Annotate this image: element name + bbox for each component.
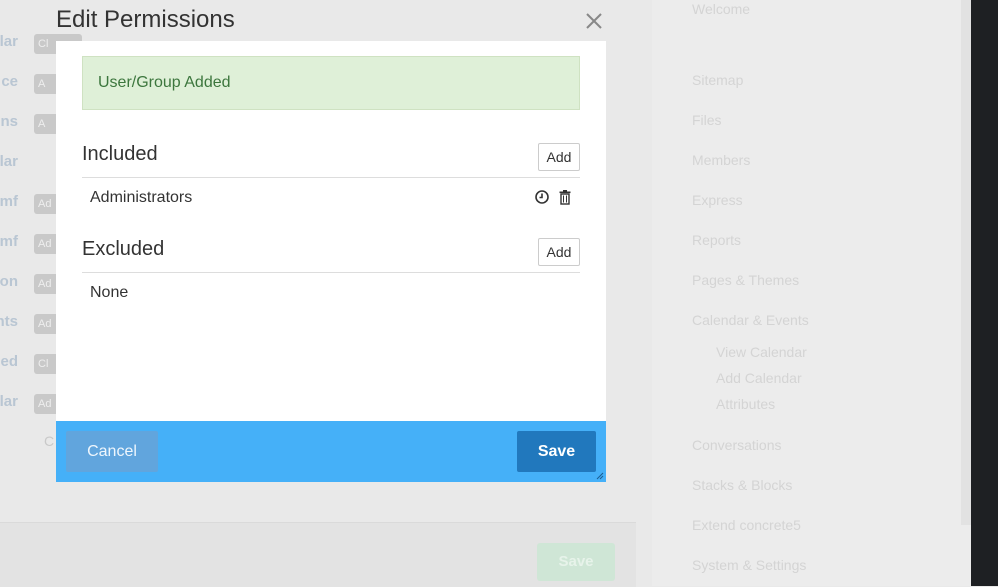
success-alert: User/Group Added xyxy=(82,56,580,110)
bg-save-button: Save xyxy=(537,543,615,581)
nav-item-add-calendar: Add Calendar xyxy=(716,370,802,386)
bg-row-label: mf xyxy=(0,233,18,250)
bg-row-label: ce xyxy=(1,73,18,90)
scrollbar-thumb[interactable] xyxy=(961,0,971,525)
excluded-title: Excluded xyxy=(82,238,165,260)
bg-row-label: mf xyxy=(0,193,18,210)
dashboard-sidebar: Welcome Sitemap Files Members Express Re… xyxy=(652,0,961,586)
dialog-body: User/Group Added Included Add Administra… xyxy=(56,41,606,421)
close-button[interactable] xyxy=(583,10,605,32)
nav-item-reports: Reports xyxy=(692,232,742,248)
nav-item-files: Files xyxy=(692,112,722,128)
nav-item-conversations: Conversations xyxy=(692,437,782,453)
bg-row-label: lar xyxy=(0,393,18,410)
nav-item-extend: Extend concrete5 xyxy=(692,517,801,533)
excluded-section-header: Excluded Add xyxy=(82,236,580,266)
cancel-button[interactable]: Cancel xyxy=(66,431,158,472)
close-icon xyxy=(586,13,602,29)
nav-item-express: Express xyxy=(692,192,743,208)
bg-row-label: ns xyxy=(0,113,18,130)
bg-row-label: lar xyxy=(0,33,18,50)
included-entry-administrators: Administrators xyxy=(90,189,193,206)
bg-row-label: on xyxy=(0,273,18,290)
bg-row-label: ed xyxy=(0,353,18,370)
nav-item-sitemap: Sitemap xyxy=(692,72,744,88)
resize-handle-icon[interactable] xyxy=(596,472,604,480)
dialog-footer: Cancel Save xyxy=(56,421,606,482)
bg-cancel-text: C xyxy=(44,433,55,449)
included-section-header: Included Add xyxy=(82,141,580,171)
included-title: Included xyxy=(82,143,158,165)
nav-item-attributes: Attributes xyxy=(716,396,776,412)
nav-item-calendar-events: Calendar & Events xyxy=(692,312,809,328)
nav-item-members: Members xyxy=(692,152,751,168)
divider xyxy=(82,272,580,273)
nav-item-system-settings: System & Settings xyxy=(692,557,807,573)
save-button[interactable]: Save xyxy=(517,431,596,472)
bg-row-label: nts xyxy=(0,313,18,330)
clock-icon[interactable] xyxy=(534,189,550,205)
right-edge-panel xyxy=(971,0,998,586)
nav-item-stacks-blocks: Stacks & Blocks xyxy=(692,477,793,493)
nav-item-pages-themes: Pages & Themes xyxy=(692,272,800,288)
excluded-empty-text: None xyxy=(90,284,129,301)
page-scrollbar[interactable] xyxy=(961,0,971,586)
bg-row-label: lar xyxy=(0,153,18,170)
divider xyxy=(82,177,580,178)
nav-item-view-calendar: View Calendar xyxy=(716,344,807,360)
add-excluded-button[interactable]: Add xyxy=(538,238,580,266)
trash-icon[interactable] xyxy=(557,189,573,205)
add-included-button[interactable]: Add xyxy=(538,143,580,171)
nav-item-welcome: Welcome xyxy=(692,1,751,17)
dialog-title: Edit Permissions xyxy=(56,6,235,33)
